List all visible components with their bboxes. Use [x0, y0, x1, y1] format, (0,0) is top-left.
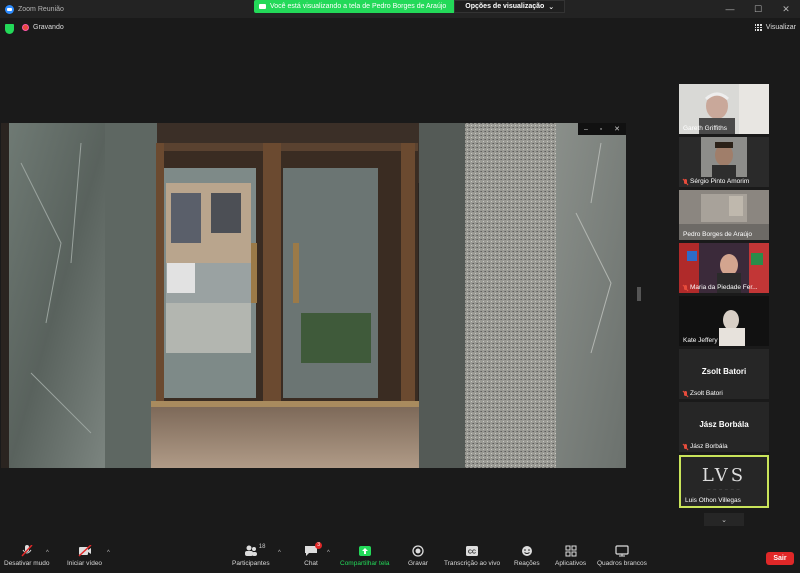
participant-name: Jász Borbála: [683, 443, 728, 450]
shared-screen: – ▫ ✕: [1, 123, 626, 468]
recording-label: Gravando: [33, 24, 64, 31]
view-options-button[interactable]: Opções de visualização ⌄: [454, 0, 566, 13]
participant-tile-active-speaker[interactable]: LVS — — — — — — Luis Othon Villegas: [679, 455, 769, 508]
participant-tile[interactable]: Pedro Borges de Araújo: [679, 190, 769, 240]
live-transcript-button[interactable]: CC Transcrição ao vivo: [444, 545, 500, 567]
reactions-label: Reações: [514, 560, 540, 567]
participants-label: Participantes: [232, 560, 270, 567]
audio-options-caret[interactable]: ^: [46, 550, 49, 556]
participant-display-name: Jász Borbála: [699, 420, 749, 429]
view-label: Visualizar: [765, 24, 796, 31]
mute-button[interactable]: Desativar mudo: [4, 545, 50, 567]
share-banner: Você está visualizando a tela de Pedro B…: [254, 0, 566, 13]
participant-name: Sérgio Pinto Amorim: [683, 178, 749, 185]
record-label: Gravar: [408, 560, 428, 567]
smiley-icon: [520, 545, 534, 557]
participants-button[interactable]: 18 Participantes: [232, 544, 270, 567]
participant-name: Gareth Griffiths: [683, 125, 727, 132]
apps-button[interactable]: Aplicativos: [555, 545, 586, 567]
mic-muted-icon: [683, 390, 688, 397]
whiteboard-label: Quadros brancos: [597, 560, 647, 567]
reactions-button[interactable]: Reações: [514, 545, 540, 567]
window-controls: — ☐ ✕: [716, 0, 800, 18]
shared-screen-image: [1, 123, 626, 468]
video-off-icon: [78, 545, 92, 557]
chat-button[interactable]: 3 Chat: [304, 542, 322, 567]
chat-icon: 3: [304, 542, 322, 557]
window-title: Zoom Reunião: [18, 5, 64, 13]
view-options-label: Opções de visualização: [465, 3, 545, 10]
mic-muted-icon: [683, 443, 688, 450]
recording-indicator[interactable]: Gravando: [22, 24, 64, 31]
maximize-button[interactable]: ☐: [744, 0, 772, 18]
closed-caption-icon: CC: [465, 545, 479, 557]
participant-tile[interactable]: Sérgio Pinto Amorim: [679, 137, 769, 187]
participant-tile[interactable]: Gareth Griffiths: [679, 84, 769, 134]
participant-name: Luis Othon Villegas: [685, 497, 741, 504]
record-icon: [411, 545, 425, 557]
participant-name: Pedro Borges de Araújo: [683, 231, 753, 238]
shield-icon[interactable]: [5, 24, 14, 34]
apps-label: Aplicativos: [555, 560, 587, 567]
view-button[interactable]: Visualizar: [754, 24, 796, 31]
meeting-toolbar: Desativar mudo ^ Iniciar vídeo ^ 18 Part…: [0, 541, 800, 573]
chat-options-caret[interactable]: ^: [327, 550, 330, 556]
close-button[interactable]: ✕: [772, 0, 800, 18]
chevron-down-icon: ⌄: [548, 3, 555, 11]
participant-tile[interactable]: Zsolt Batori Zsolt Batori: [679, 349, 769, 399]
transcription-label: Transcrição ao vivo: [444, 560, 501, 567]
share-screen-button[interactable]: Compartilhar tela: [340, 545, 390, 567]
share-message: Você está visualizando a tela de Pedro B…: [254, 0, 455, 13]
gallery-next-button[interactable]: ⌄: [704, 513, 744, 526]
mic-muted-icon: [683, 284, 688, 291]
mute-label: Desativar mudo: [4, 560, 50, 567]
participant-tile[interactable]: Maria da Piedade Fer...: [679, 243, 769, 293]
participants-icon: 18: [244, 544, 265, 557]
logo-subtext-decoration: — — — — — —: [707, 487, 741, 491]
mic-muted-icon: [683, 178, 688, 185]
participant-name: Maria da Piedade Fer...: [683, 284, 758, 291]
video-label: Iniciar vídeo: [67, 560, 103, 567]
grid-view-icon: [754, 24, 762, 31]
leave-button[interactable]: Sair: [766, 552, 794, 565]
app-title: Zoom Reunião: [0, 4, 64, 14]
shared-close-icon[interactable]: ✕: [614, 125, 620, 133]
whiteboards-button[interactable]: Quadros brancos: [597, 545, 647, 567]
whiteboard-icon: [615, 545, 629, 557]
title-bar: Zoom Reunião Você está visualizando a te…: [0, 0, 800, 18]
record-button[interactable]: Gravar: [408, 545, 428, 567]
mic-muted-icon: [20, 545, 34, 557]
participant-display-name: Zsolt Batori: [701, 367, 747, 376]
shared-minimize-icon[interactable]: –: [584, 126, 588, 133]
start-video-button[interactable]: Iniciar vídeo: [67, 545, 102, 567]
zoom-logo-icon: [5, 4, 14, 14]
chat-badge: 3: [315, 542, 322, 549]
minimize-button[interactable]: —: [716, 0, 744, 18]
share-label: Compartilhar tela: [340, 560, 390, 567]
share-message-text: Você está visualizando a tela de Pedro B…: [270, 3, 447, 10]
chevron-down-icon: ⌄: [721, 516, 727, 524]
shared-restore-icon[interactable]: ▫: [600, 126, 602, 133]
share-screen-icon: [358, 545, 372, 557]
participant-name: Zsolt Batori: [683, 390, 723, 397]
participants-options-caret[interactable]: ^: [278, 550, 281, 556]
participants-count: 18: [258, 544, 266, 550]
participant-tile[interactable]: Kate Jeffery: [679, 296, 769, 346]
screen-share-icon: [259, 4, 266, 9]
shared-window-controls: – ▫ ✕: [578, 123, 626, 135]
record-dot-icon: [22, 24, 29, 31]
apps-icon: [564, 545, 578, 557]
svg-text:CC: CC: [468, 550, 476, 556]
participant-logo: LVS: [701, 465, 747, 486]
chat-label: Chat: [304, 560, 318, 567]
participant-name: Kate Jeffery: [683, 337, 718, 344]
video-options-caret[interactable]: ^: [107, 550, 110, 556]
splitter-handle[interactable]: [637, 287, 641, 301]
participant-tile[interactable]: Jász Borbála Jász Borbála: [679, 402, 769, 452]
